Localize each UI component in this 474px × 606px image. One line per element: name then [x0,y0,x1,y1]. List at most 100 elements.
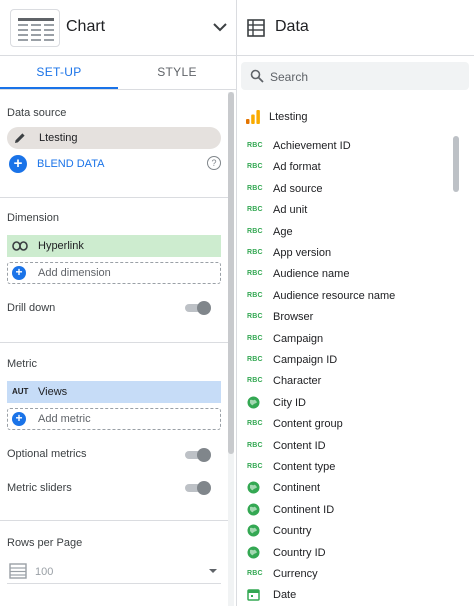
tab-setup[interactable]: SET-UP [0,57,118,89]
help-icon[interactable]: ? [207,156,221,170]
text-type-icon: RBC [247,463,263,470]
data-source-label: Data source [7,107,67,119]
metric-label: Metric [7,358,37,370]
list-item[interactable]: RBC Achievement ID [237,136,457,157]
list-item[interactable]: Date [237,585,457,606]
field-name: Content type [273,461,336,473]
data-panel-title: Data [275,18,309,35]
text-type-icon: RBC [247,420,263,428]
text-type-icon: RBC [247,270,263,278]
list-item[interactable]: RBC App version [237,243,457,264]
list-item[interactable]: Continent [237,478,457,499]
text-type-icon: RBC [247,206,263,214]
chart-properties-panel: Chart SET-UP STYLE Data source Ltesting … [0,0,237,606]
list-item[interactable]: Continent ID [237,500,457,521]
search-input[interactable]: Search [270,70,308,84]
field-list-scrollbar[interactable] [453,136,461,606]
list-item[interactable]: RBC Content group [237,414,457,435]
metric-chip-views[interactable]: AUT Views [7,381,221,403]
list-item[interactable]: RBC Character [237,371,457,392]
divider [0,197,228,198]
rows-per-page-label: Rows per Page [7,537,83,549]
field-name: Content group [273,418,343,431]
tab-style[interactable]: STYLE [118,57,236,89]
chevron-down-icon[interactable] [211,18,229,36]
dimension-chip-hyperlink[interactable]: Hyperlink [7,235,221,257]
rows-per-page-select[interactable]: 100 [7,560,221,584]
field-name: Campaign ID [273,354,338,366]
toggle-knob [197,481,211,495]
table-chart-icon[interactable] [10,9,60,47]
list-item[interactable]: RBC Ad format [237,157,457,178]
field-search[interactable]: Search [241,62,469,90]
list-item[interactable]: RBC Audience resource name [237,286,457,307]
plus-icon: + [9,155,27,173]
data-panel: Data Search Ltesting RBC Achievement ID RB… [237,0,474,606]
list-item[interactable]: RBC Campaign [237,329,457,350]
list-item[interactable]: RBC Age [237,222,457,243]
add-metric-label: Add metric [38,413,91,425]
add-dimension-button[interactable]: + Add dimension [7,262,221,284]
text-type-icon: RBC [247,334,263,342]
list-item[interactable]: Country [237,521,457,542]
globe-icon [247,546,260,559]
list-item[interactable]: Country ID [237,543,457,564]
search-icon [250,69,264,83]
scrollbar-thumb[interactable] [228,92,234,454]
dimension-field-name: Hyperlink [38,240,84,252]
drill-down-toggle[interactable] [185,301,211,315]
field-name: Audience name [273,268,350,281]
drill-down-label: Drill down [7,302,56,314]
data-source-name: Ltesting [269,111,308,123]
list-item[interactable]: RBC Audience name [237,264,457,285]
text-type-icon: RBC [247,356,263,363]
data-header: Data [237,0,474,56]
list-item[interactable]: RBC Content ID [237,436,457,457]
text-type-icon: RBC [247,142,263,149]
blend-data-button[interactable]: + BLEND DATA ? [7,155,221,173]
text-type-icon: RBC [247,313,263,321]
list-item[interactable]: RBC Browser [237,307,457,328]
toggle-knob [197,448,211,462]
field-name: Date [273,589,297,602]
text-type-icon: RBC [247,441,263,449]
text-type-icon: RBC [247,227,263,235]
properties-tabs: SET-UP STYLE [0,57,236,90]
aggregation-badge: AUT [12,387,29,396]
pencil-icon[interactable] [13,131,27,145]
globe-icon [247,481,260,494]
field-name: Ad source [273,182,323,195]
text-type-icon: RBC [247,249,263,256]
calendar-icon [247,589,260,602]
field-name: Achievement ID [273,140,351,152]
field-name: Age [273,225,293,238]
metric-sliders-label: Metric sliders [7,482,72,494]
metric-sliders-toggle[interactable] [185,481,211,495]
scrollbar-thumb[interactable] [453,136,459,192]
globe-icon [247,524,260,537]
list-item[interactable]: RBC Currency [237,564,457,585]
rows-per-page-value: 100 [35,566,54,578]
list-item[interactable]: RBC Campaign ID [237,350,457,371]
data-source-row[interactable]: Ltesting [245,108,465,128]
toggle-knob [197,301,211,315]
optional-metrics-label: Optional metrics [7,448,87,460]
field-name: Continent [273,482,321,495]
add-metric-button[interactable]: + Add metric [7,408,221,430]
list-item[interactable]: RBC Ad unit [237,200,457,221]
field-name: App version [273,247,332,259]
list-item[interactable]: RBC Ad source [237,179,457,200]
text-type-icon: RBC [247,184,263,192]
list-item[interactable]: RBC Content type [237,457,457,478]
data-source-chip[interactable]: Ltesting [7,127,221,149]
active-tab-indicator [0,87,118,89]
field-name: Browser [273,311,314,324]
setup-scrollbar[interactable] [228,92,234,606]
optional-metrics-toggle[interactable] [185,448,211,462]
table-rows-icon [9,563,27,579]
list-item[interactable]: City ID [237,393,457,414]
field-name: Campaign [273,332,324,345]
divider [0,520,228,521]
dimension-label: Dimension [7,212,59,224]
text-type-icon: RBC [247,377,263,385]
